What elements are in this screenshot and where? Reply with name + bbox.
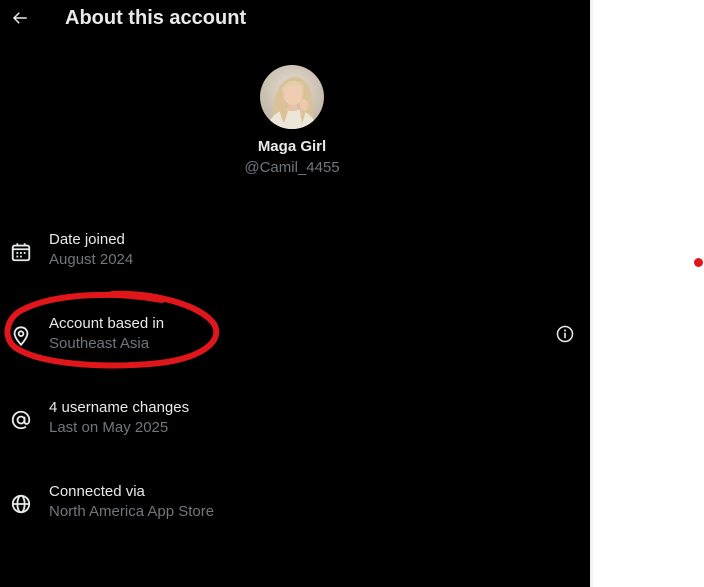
blank-background-area	[593, 0, 704, 587]
info-row-account-based-in: Account based in Southeast Asia	[0, 307, 590, 371]
arrow-left-icon	[12, 12, 27, 24]
red-dot-marker	[694, 258, 703, 267]
at-sign-icon	[11, 410, 31, 430]
header: About this account	[0, 0, 590, 38]
info-row-username-changes: 4 username changes Last on May 2025	[0, 391, 590, 455]
avatar[interactable]	[260, 65, 324, 129]
row-value: North America App Store	[49, 503, 215, 520]
avatar-photo	[260, 65, 324, 129]
back-button[interactable]	[6, 4, 34, 32]
row-title: Connected via	[49, 483, 145, 500]
about-account-panel: About this account Maga Girl @Camil_4455…	[0, 0, 590, 587]
calendar-icon	[11, 243, 31, 262]
row-title: Account based in	[49, 315, 165, 332]
location-pin-icon	[13, 326, 29, 347]
info-row-connected-via: Connected via North America App Store	[0, 475, 590, 539]
screen: About this account Maga Girl @Camil_4455…	[0, 0, 704, 587]
info-icon[interactable]	[555, 324, 575, 344]
row-value: Southeast Asia	[49, 335, 150, 352]
info-row-date-joined: Date joined August 2024	[0, 223, 590, 287]
row-value: Last on May 2025	[49, 419, 169, 436]
page-title: About this account	[65, 7, 247, 29]
row-title: 4 username changes	[49, 399, 190, 416]
row-title: Date joined	[49, 231, 125, 248]
globe-icon	[11, 494, 31, 514]
row-value: August 2024	[49, 251, 134, 268]
display-name: Maga Girl	[257, 138, 327, 155]
username-handle: @Camil_4455	[244, 159, 340, 176]
